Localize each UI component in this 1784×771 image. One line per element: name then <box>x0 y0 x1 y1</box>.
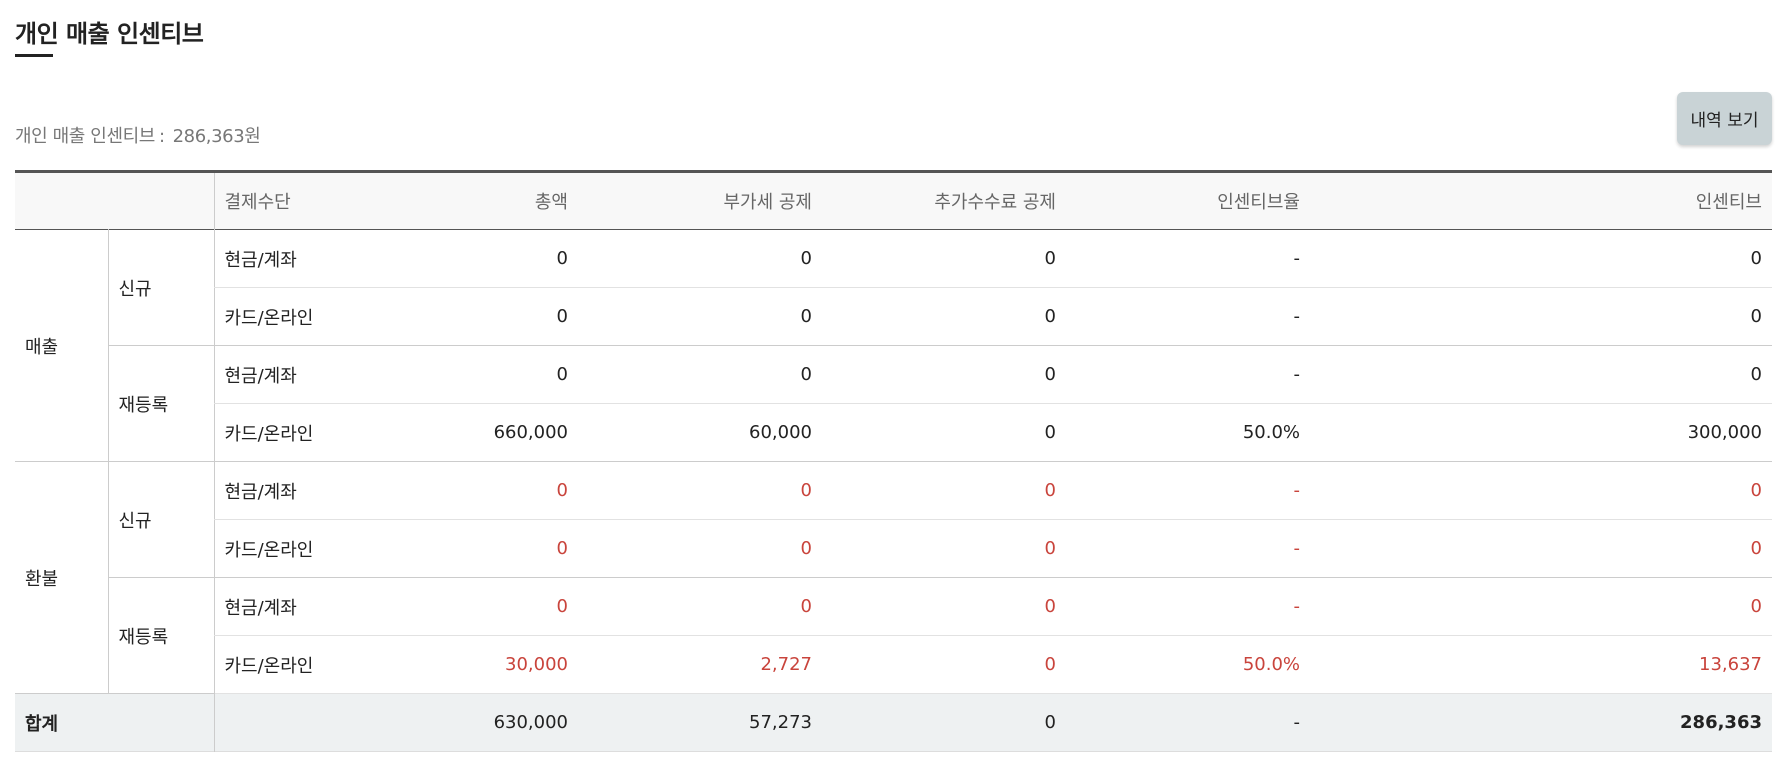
incentive-cell: 0 <box>1310 519 1772 578</box>
table-row: 재등록 현금/계좌 0 0 0 - 0 <box>15 577 1772 694</box>
total-cell: 0 <box>386 345 578 404</box>
summary-separator: : <box>158 126 165 147</box>
sub-reregister: 재등록 <box>108 577 214 694</box>
payment-method: 현금/계좌 <box>213 461 386 520</box>
total-vat: 57,273 <box>749 712 812 733</box>
payment-method: 현금/계좌 <box>213 577 386 636</box>
total-cell: 0 <box>386 229 578 288</box>
payment-method: 카드/온라인 <box>213 635 386 694</box>
fee-cell: 0 <box>822 403 1066 462</box>
fee-cell: 0 <box>822 345 1066 404</box>
header-incentive: 인센티브 <box>1695 192 1762 213</box>
total-cell: 0 <box>386 287 578 346</box>
fee-cell: 0 <box>822 229 1066 288</box>
fee-cell: 0 <box>822 461 1066 520</box>
fee-cell: 0 <box>822 287 1066 346</box>
total-fee: 0 <box>1044 712 1056 733</box>
rate-cell: - <box>1066 345 1310 404</box>
fee-cell: 0 <box>822 635 1066 694</box>
table-row: 카드/온라인 0 0 0 - 0 <box>15 519 1772 578</box>
table-row: 카드/온라인 660,000 60,000 0 50.0% 300,000 <box>15 403 1772 462</box>
header-blank <box>15 172 214 230</box>
view-history-button[interactable]: 내역 보기 <box>1677 92 1772 145</box>
incentive-cell: 0 <box>1310 287 1772 346</box>
title-underline <box>15 54 53 57</box>
table-row: 카드/온라인 0 0 0 - 0 <box>15 287 1772 346</box>
fee-cell: 0 <box>822 577 1066 636</box>
header-fee-deduction: 추가수수료 공제 <box>934 192 1056 213</box>
rate-cell: - <box>1066 577 1310 636</box>
header-incentive-rate: 인센티브율 <box>1217 192 1300 213</box>
total-row: 합계 630,000 57,273 0 - 286,363 <box>15 693 1772 752</box>
vat-cell: 0 <box>578 287 822 346</box>
total-cell: 30,000 <box>386 635 578 694</box>
table-row: 매출 신규 현금/계좌 0 0 0 - 0 <box>15 229 1772 462</box>
sub-reregister: 재등록 <box>108 345 214 462</box>
rate-cell: - <box>1066 461 1310 520</box>
summary-value: 286,363원 <box>172 126 261 147</box>
incentive-cell: 300,000 <box>1310 403 1772 462</box>
total-cell: 0 <box>386 577 578 636</box>
table-header-row: 결제수단 총액 부가세 공제 추가수수료 공제 인센티브율 인센티브 <box>15 171 1772 230</box>
header-payment-method: 결제수단 <box>213 171 386 230</box>
payment-method: 카드/온라인 <box>213 519 386 578</box>
vat-cell: 60,000 <box>578 403 822 462</box>
vat-cell: 0 <box>578 519 822 578</box>
rate-cell: - <box>1066 519 1310 578</box>
rate-cell: - <box>1066 229 1310 288</box>
incentive-cell: 13,637 <box>1310 635 1772 694</box>
table-row: 재등록 현금/계좌 0 0 0 - 0 <box>15 345 1772 462</box>
rate-cell: 50.0% <box>1066 635 1310 694</box>
payment-method: 현금/계좌 <box>213 229 386 288</box>
incentive-cell: 0 <box>1310 345 1772 404</box>
vat-cell: 0 <box>578 229 822 288</box>
category-sales: 매출 <box>15 229 109 462</box>
vat-cell: 0 <box>578 345 822 404</box>
incentive-cell: 0 <box>1310 229 1772 288</box>
vat-cell: 2,727 <box>578 635 822 694</box>
incentive-summary: 개인 매출 인센티브:286,363원 <box>15 122 261 148</box>
page-title: 개인 매출 인센티브 <box>15 20 204 48</box>
summary-label: 개인 매출 인센티브 <box>15 126 155 147</box>
header-vat-deduction: 부가세 공제 <box>723 192 812 213</box>
category-refund: 환불 <box>15 461 109 694</box>
total-sum: 630,000 <box>493 712 568 733</box>
total-incentive: 286,363 <box>1680 712 1762 733</box>
total-cell: 660,000 <box>386 403 578 462</box>
incentive-cell: 0 <box>1310 577 1772 636</box>
payment-method: 카드/온라인 <box>213 287 386 346</box>
sub-new: 신규 <box>108 461 214 578</box>
vat-cell: 0 <box>578 577 822 636</box>
table-row: 환불 신규 현금/계좌 0 0 0 - 0 <box>15 461 1772 694</box>
total-method-blank <box>213 693 386 752</box>
header-total: 총액 <box>534 192 568 213</box>
rate-cell: 50.0% <box>1066 403 1310 462</box>
total-cell: 0 <box>386 461 578 520</box>
incentive-cell: 0 <box>1310 461 1772 520</box>
vat-cell: 0 <box>578 461 822 520</box>
incentive-table: 결제수단 총액 부가세 공제 추가수수료 공제 인센티브율 인센티브 매출 신규… <box>15 170 1772 752</box>
total-cell: 0 <box>386 519 578 578</box>
table-row: 카드/온라인 30,000 2,727 0 50.0% 13,637 <box>15 635 1772 694</box>
sub-new: 신규 <box>108 229 214 346</box>
total-rate: - <box>1293 712 1301 733</box>
total-label: 합계 <box>25 713 59 735</box>
rate-cell: - <box>1066 287 1310 346</box>
payment-method: 현금/계좌 <box>213 345 386 404</box>
fee-cell: 0 <box>822 519 1066 578</box>
payment-method: 카드/온라인 <box>213 403 386 462</box>
